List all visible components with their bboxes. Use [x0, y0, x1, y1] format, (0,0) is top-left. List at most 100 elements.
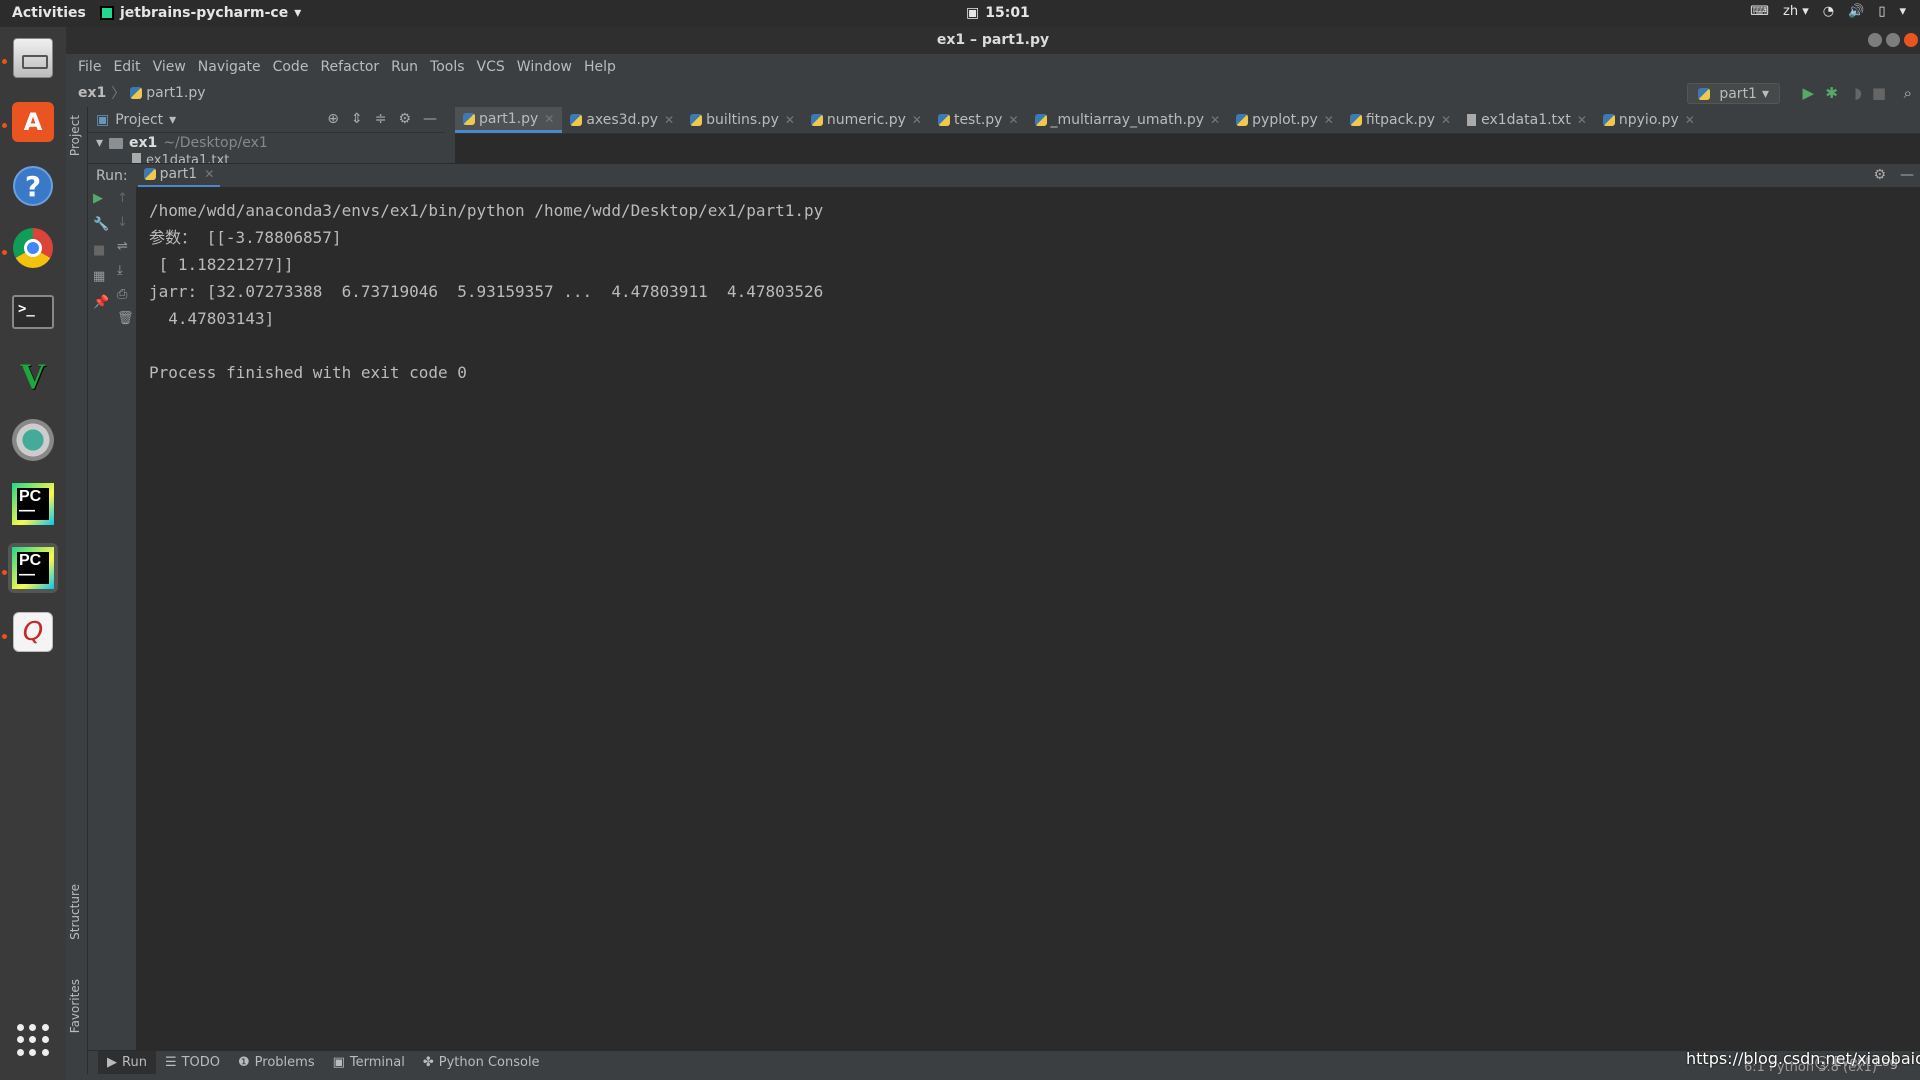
bottom-tab-todo[interactable]: ☰ TODO — [156, 1051, 229, 1075]
pin-icon[interactable]: 📌 — [93, 295, 109, 310]
editor-tab[interactable]: npyio.py ✕ — [1595, 107, 1703, 133]
menu-edit[interactable]: Edit — [107, 59, 146, 75]
soft-wrap-icon[interactable]: ⇌ — [117, 239, 128, 254]
run-icon[interactable]: ▶ — [1802, 84, 1814, 102]
clock[interactable]: ▣ 15:01 — [966, 5, 1030, 21]
close-icon[interactable]: ✕ — [204, 167, 214, 181]
print-icon[interactable]: ⎙ — [117, 287, 127, 302]
menu-view[interactable]: View — [147, 59, 192, 75]
coverage-icon[interactable]: ◗ — [1854, 84, 1862, 102]
window-titlebar[interactable]: ex1 – part1.py — [66, 27, 1920, 54]
dock-chrome[interactable] — [8, 223, 58, 273]
menu-navigate[interactable]: Navigate — [192, 59, 267, 75]
arrow-up-icon[interactable]: ↑ — [117, 191, 128, 206]
keyboard-icon[interactable]: ⌨ — [1750, 4, 1769, 19]
editor-tab[interactable]: builtins.py ✕ — [682, 107, 803, 133]
project-tool-tab[interactable]: Project — [68, 115, 82, 156]
input-method[interactable]: zh ▾ — [1783, 4, 1809, 19]
dock: A ? >_ V PC — PC — Q — [0, 27, 66, 1080]
editor-tab[interactable]: test.py ✕ — [930, 107, 1027, 133]
close-icon[interactable]: ✕ — [1685, 113, 1695, 127]
chevron-down-icon[interactable]: ▾ — [96, 135, 103, 151]
bottom-tab-run[interactable]: ▶ Run — [98, 1050, 156, 1075]
menu-run[interactable]: Run — [385, 59, 424, 75]
editor-tab[interactable]: part1.py ✕ — [455, 107, 563, 133]
menu-window[interactable]: Window — [511, 59, 578, 75]
minimize-button[interactable] — [1868, 33, 1882, 47]
menu-help[interactable]: Help — [578, 59, 622, 75]
close-icon[interactable]: ✕ — [1441, 113, 1451, 127]
editor-tab[interactable]: axes3d.py ✕ — [562, 107, 682, 133]
battery-icon[interactable]: ▯ — [1878, 4, 1885, 19]
editor-tab-label: ex1data1.txt — [1481, 112, 1571, 128]
trash-icon[interactable]: 🗑 — [117, 311, 134, 326]
dock-pycharm[interactable]: PC — — [8, 479, 58, 529]
scroll-to-end-icon[interactable]: ⤓ — [117, 263, 123, 278]
editor-tab[interactable]: ex1data1.txt ✕ — [1459, 107, 1595, 133]
stop-icon[interactable]: ■ — [93, 243, 105, 258]
close-icon[interactable]: ✕ — [664, 113, 674, 127]
volume-icon[interactable]: 🔊 — [1848, 4, 1864, 19]
bottom-tab-python-console[interactable]: ✤ Python Console — [414, 1051, 549, 1075]
editor-area[interactable] — [455, 133, 1920, 163]
menu-vcs[interactable]: VCS — [471, 59, 511, 75]
run-configuration-select[interactable]: part1 ▾ — [1687, 83, 1780, 104]
menu-file[interactable]: File — [72, 59, 107, 75]
breadcrumb-file[interactable]: part1.py — [146, 85, 205, 101]
activities-button[interactable]: Activities — [12, 5, 86, 21]
gear-icon[interactable]: ⚙ — [1873, 167, 1886, 183]
structure-tool-tab[interactable]: Structure — [68, 884, 82, 940]
locate-icon[interactable]: ⊕ — [327, 111, 339, 127]
expand-all-icon[interactable]: ⇕ — [351, 111, 363, 127]
gear-icon[interactable]: ⚙ — [398, 111, 411, 127]
run-tab[interactable]: part1 ✕ — [137, 164, 221, 188]
search-icon[interactable]: ⌕ — [1904, 84, 1912, 102]
system-menu-icon[interactable]: ▾ — [1899, 4, 1906, 19]
breadcrumb-project[interactable]: ex1 — [78, 85, 106, 101]
tree-item[interactable]: ex1data1.txt — [88, 153, 445, 163]
close-icon[interactable]: ✕ — [1324, 113, 1334, 127]
dock-terminal[interactable]: >_ — [8, 287, 58, 337]
bottom-tab-terminal[interactable]: ▣ Terminal — [324, 1051, 414, 1075]
close-button[interactable] — [1904, 33, 1918, 47]
close-icon[interactable]: ✕ — [1577, 113, 1587, 127]
close-icon[interactable]: ✕ — [544, 112, 554, 126]
hide-icon[interactable]: — — [423, 111, 437, 127]
dock-document-reader[interactable]: Q — [8, 607, 58, 657]
project-view-select[interactable]: Project — [115, 112, 163, 128]
arrow-down-icon[interactable]: ↓ — [117, 215, 128, 230]
dock-show-apps[interactable] — [8, 1015, 58, 1065]
close-icon[interactable]: ✕ — [1008, 113, 1018, 127]
close-icon[interactable]: ✕ — [912, 113, 922, 127]
maximize-button[interactable] — [1886, 33, 1900, 47]
layout-icon[interactable]: ▦ — [93, 269, 105, 284]
dock-settings[interactable] — [8, 415, 58, 465]
dock-help[interactable]: ? — [8, 161, 58, 211]
collapse-all-icon[interactable]: ≑ — [375, 111, 387, 127]
wrench-icon[interactable]: 🔧 — [93, 217, 109, 232]
debug-icon[interactable]: ✱ — [1825, 84, 1838, 102]
dock-files[interactable] — [8, 33, 58, 83]
menu-refactor[interactable]: Refactor — [314, 59, 385, 75]
tree-root[interactable]: ▾ ex1 ~/Desktop/ex1 — [88, 133, 445, 153]
bottom-tab-problems[interactable]: ❶ Problems — [229, 1051, 324, 1075]
dock-pycharm-active[interactable]: PC — — [8, 543, 58, 593]
close-icon[interactable]: ✕ — [785, 113, 795, 127]
stop-icon[interactable]: ■ — [1872, 84, 1886, 102]
rerun-icon[interactable]: ▶ — [93, 191, 103, 206]
editor-tab[interactable]: pyplot.py ✕ — [1228, 107, 1342, 133]
favorites-tool-tab[interactable]: Favorites — [68, 979, 82, 1033]
app-menu[interactable]: jetbrains-pycharm-ce ▾ — [100, 5, 301, 21]
hide-icon[interactable]: — — [1900, 167, 1914, 183]
editor-tab[interactable]: numeric.py ✕ — [803, 107, 930, 133]
wifi-icon[interactable]: ◔ — [1823, 4, 1834, 19]
dock-vim[interactable]: V — [8, 351, 58, 401]
editor-tab[interactable]: _multiarray_umath.py ✕ — [1027, 107, 1229, 133]
menu-code[interactable]: Code — [267, 59, 315, 75]
editor-tab[interactable]: fitpack.py ✕ — [1342, 107, 1459, 133]
close-icon[interactable]: ✕ — [1210, 113, 1220, 127]
dock-software-center[interactable]: A — [8, 97, 58, 147]
chevron-down-icon[interactable]: ▾ — [169, 112, 176, 128]
run-console-output[interactable]: /home/wdd/anaconda3/envs/ex1/bin/python … — [137, 187, 1920, 1050]
menu-tools[interactable]: Tools — [424, 59, 471, 75]
